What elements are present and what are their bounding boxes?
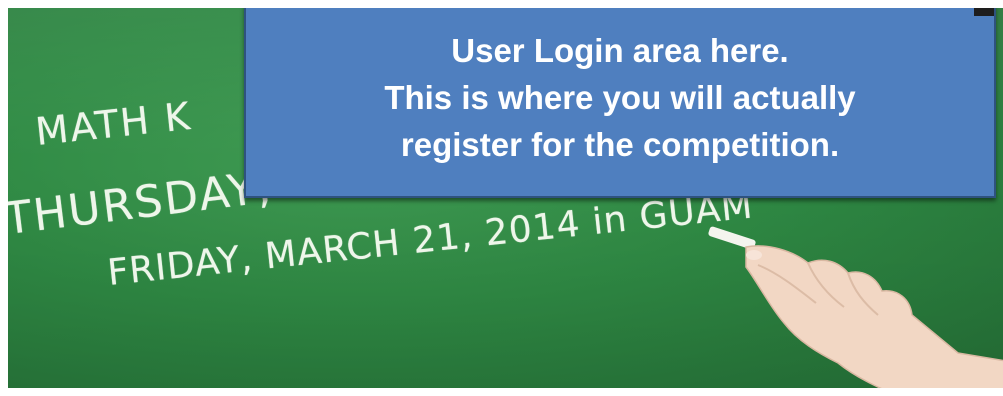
user-login-callout: User Login area here. This is where you … — [244, 8, 996, 198]
callout-corner-tab — [974, 8, 994, 16]
callout-line-2: This is where you will actually — [384, 78, 856, 116]
callout-line-1: User Login area here. — [451, 31, 789, 69]
hand-with-chalk-image — [708, 226, 1003, 388]
chalkboard-banner: MATH K THURSDAY, FRIDAY, MARCH 21, 2014 … — [8, 8, 1003, 388]
callout-line-3: register for the competition. — [400, 125, 840, 163]
